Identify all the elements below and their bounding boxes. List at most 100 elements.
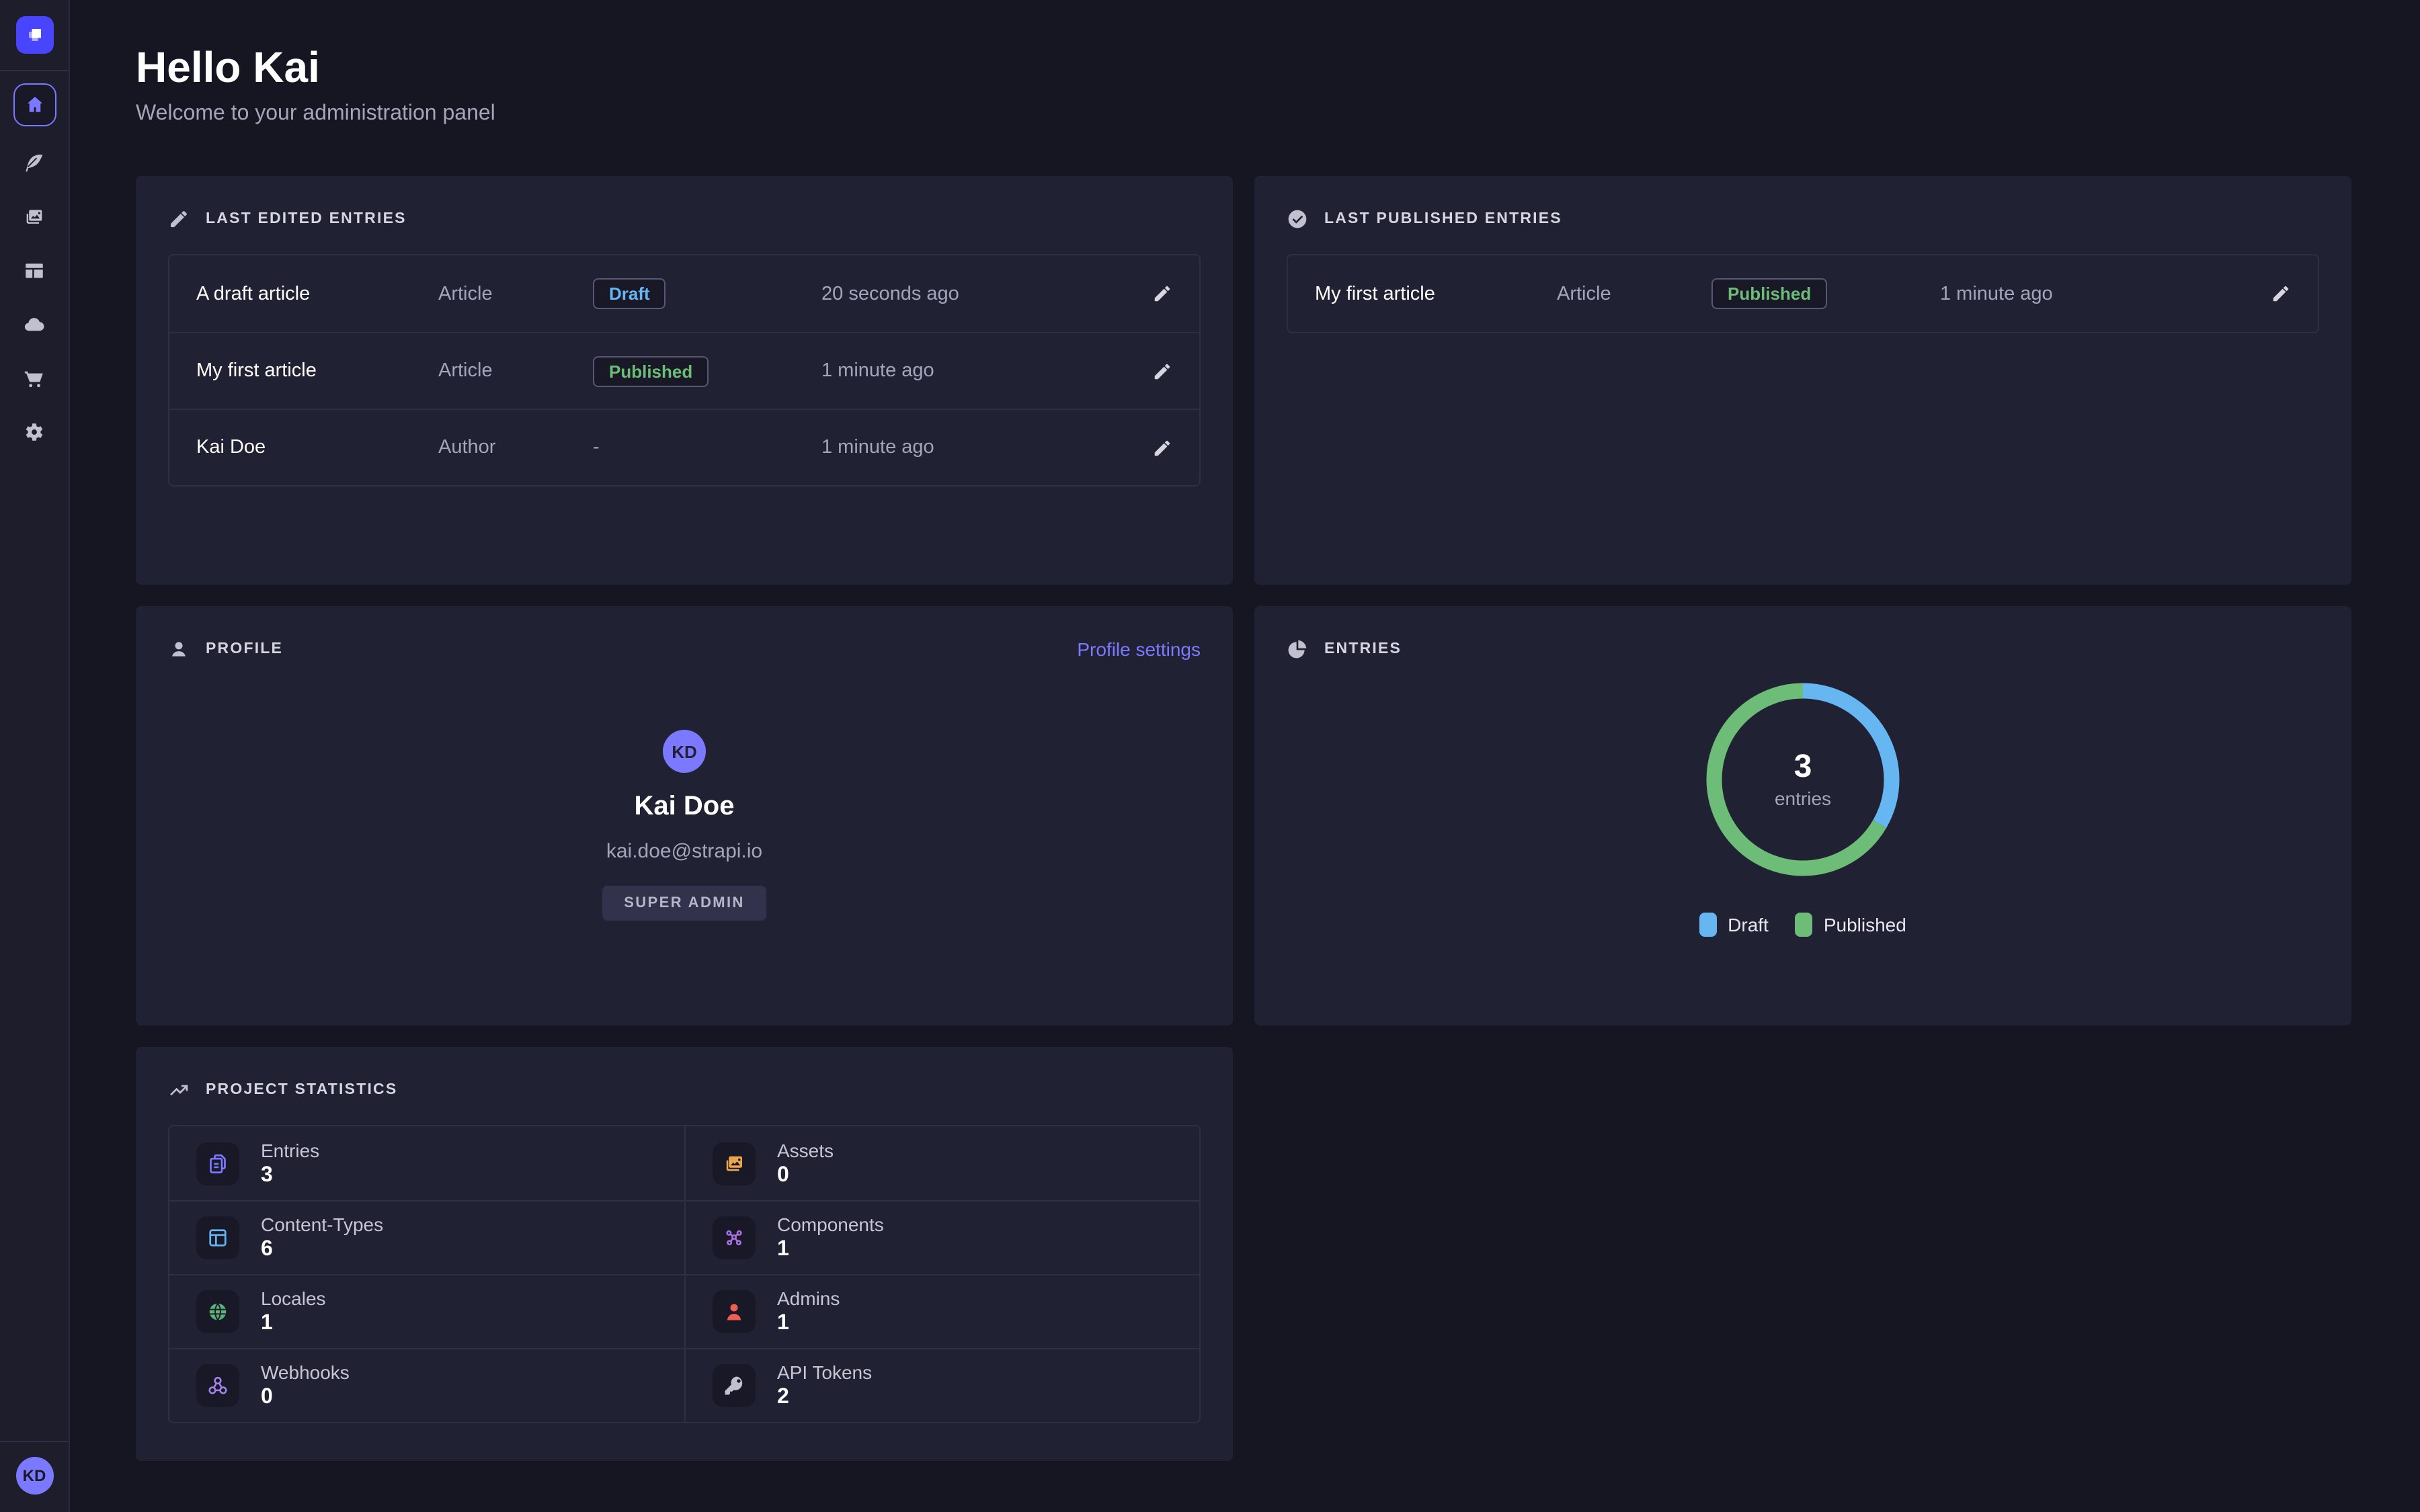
stat-label: Content-Types xyxy=(261,1214,383,1236)
role-badge: SUPER ADMIN xyxy=(602,886,766,921)
legend-swatch-draft xyxy=(1699,913,1717,937)
assets-icon xyxy=(713,1142,756,1185)
card-title: PROFILE xyxy=(206,641,283,657)
edit-entry-button[interactable] xyxy=(1152,437,1172,458)
entry-name: A draft article xyxy=(196,283,438,304)
pie-chart-icon xyxy=(1287,638,1308,660)
entries-total: 3 xyxy=(1794,750,1812,785)
card-header: LAST EDITED ENTRIES xyxy=(168,208,1201,230)
cart-icon xyxy=(23,366,46,389)
entry-name: My first article xyxy=(196,360,438,382)
table-row[interactable]: My first article Article Published 1 min… xyxy=(1288,255,2318,332)
stat-value: 6 xyxy=(261,1236,383,1262)
locales-icon xyxy=(196,1290,239,1333)
stat-value: 3 xyxy=(261,1162,319,1187)
entry-name: Kai Doe xyxy=(196,437,438,458)
webhooks-icon xyxy=(196,1364,239,1407)
stat-value: 1 xyxy=(777,1310,840,1336)
edit-entry-button[interactable] xyxy=(1152,361,1172,381)
entry-type: Article xyxy=(1557,283,1711,304)
card-header: PROFILE xyxy=(168,638,283,660)
sidebar-divider-top xyxy=(0,70,69,71)
stat-label: Components xyxy=(777,1214,884,1236)
sidebar-item-cloud[interactable] xyxy=(7,297,61,351)
last-edited-table: A draft article Article Draft 20 seconds… xyxy=(168,254,1201,487)
user-avatar[interactable]: KD xyxy=(15,1457,53,1495)
edit-entry-button[interactable] xyxy=(2271,284,2291,304)
profile-name: Kai Doe xyxy=(635,792,735,823)
content-types-icon xyxy=(196,1216,239,1259)
sidebar-item-content-manager[interactable] xyxy=(7,136,61,190)
profile-settings-link[interactable]: Profile settings xyxy=(1077,638,1201,660)
cloud-icon xyxy=(23,312,46,335)
entries-unit: entries xyxy=(1775,788,1831,809)
table-row[interactable]: My first article Article Published 1 min… xyxy=(169,332,1199,409)
card-title: LAST EDITED ENTRIES xyxy=(206,211,407,227)
profile-body: KD Kai Doe kai.doe@strapi.io SUPER ADMIN xyxy=(168,660,1201,921)
card-title: PROJECT STATISTICS xyxy=(206,1082,397,1098)
entry-name: My first article xyxy=(1315,283,1557,304)
stat-assets: Assets 0 xyxy=(684,1126,1199,1200)
sidebar-footer: KD xyxy=(0,1441,69,1512)
pencil-icon xyxy=(1152,437,1172,458)
sidebar-nav xyxy=(0,83,69,458)
sidebar-item-home[interactable] xyxy=(13,83,56,126)
profile-card: PROFILE Profile settings KD Kai Doe kai.… xyxy=(136,606,1233,1025)
sidebar-item-marketplace[interactable] xyxy=(7,351,61,405)
stat-label: Locales xyxy=(261,1288,326,1310)
profile-avatar: KD xyxy=(663,730,706,773)
page-title: Hello Kai xyxy=(136,40,2350,94)
status-badge: Published xyxy=(1711,278,1827,309)
trending-up-icon xyxy=(168,1079,190,1101)
donut-chart: 3 entries xyxy=(1702,679,1904,880)
project-statistics-card: PROJECT STATISTICS Entries xyxy=(136,1047,1233,1461)
status-badge: Published xyxy=(593,355,709,386)
strapi-logo-icon xyxy=(22,23,46,47)
stat-label: Entries xyxy=(261,1139,319,1162)
card-header: ENTRIES xyxy=(1287,638,2319,660)
strapi-admin-dashboard: KD Hello Kai Welcome to your administrat… xyxy=(0,0,2420,1512)
entry-time: 20 seconds ago xyxy=(821,283,1119,304)
main-content: Hello Kai Welcome to your administration… xyxy=(70,0,2420,1512)
sidebar-item-settings[interactable] xyxy=(7,405,61,458)
layout-icon xyxy=(23,259,46,282)
media-library-icon xyxy=(23,205,46,228)
entries-icon xyxy=(196,1142,239,1185)
components-icon xyxy=(713,1216,756,1259)
legend-item-draft: Draft xyxy=(1699,913,1769,937)
entry-type: Author xyxy=(438,437,593,458)
stat-content-types: Content-Types 6 xyxy=(169,1200,684,1274)
status-empty: - xyxy=(593,437,821,458)
edit-entry-button[interactable] xyxy=(1152,284,1172,304)
stats-table: Entries 3 Assets 0 xyxy=(168,1125,1201,1423)
strapi-logo[interactable] xyxy=(15,16,53,54)
sidebar-item-content-type-builder[interactable] xyxy=(7,243,61,297)
entry-type: Article xyxy=(438,360,593,382)
pencil-icon xyxy=(1152,361,1172,381)
last-edited-entries-card: LAST EDITED ENTRIES A draft article Arti… xyxy=(136,176,1233,585)
admins-icon xyxy=(713,1290,756,1333)
api-tokens-icon xyxy=(713,1364,756,1407)
legend-swatch-published xyxy=(1796,913,1813,937)
stat-api-tokens: API Tokens 2 xyxy=(684,1348,1199,1422)
stat-value: 1 xyxy=(777,1236,884,1262)
feather-icon xyxy=(23,151,46,174)
table-row[interactable]: A draft article Article Draft 20 seconds… xyxy=(169,255,1199,332)
pencil-icon xyxy=(168,208,190,230)
entries-card: ENTRIES 3 entries xyxy=(1254,606,2351,1025)
last-published-table: My first article Article Published 1 min… xyxy=(1287,254,2319,333)
table-row[interactable]: Kai Doe Author - 1 minute ago xyxy=(169,409,1199,485)
card-header: PROJECT STATISTICS xyxy=(168,1079,1201,1101)
sidebar-item-media-library[interactable] xyxy=(7,190,61,243)
entry-type: Article xyxy=(438,283,593,304)
stat-value: 0 xyxy=(777,1162,834,1187)
stat-label: Admins xyxy=(777,1288,840,1310)
page-subtitle: Welcome to your administration panel xyxy=(136,99,2350,129)
home-icon xyxy=(24,94,45,116)
stat-entries: Entries 3 xyxy=(169,1126,684,1200)
stat-locales: Locales 1 xyxy=(169,1274,684,1348)
person-icon xyxy=(168,638,190,660)
status-badge: Draft xyxy=(593,278,666,309)
card-title: LAST PUBLISHED ENTRIES xyxy=(1324,211,1562,227)
stat-webhooks: Webhooks 0 xyxy=(169,1348,684,1422)
